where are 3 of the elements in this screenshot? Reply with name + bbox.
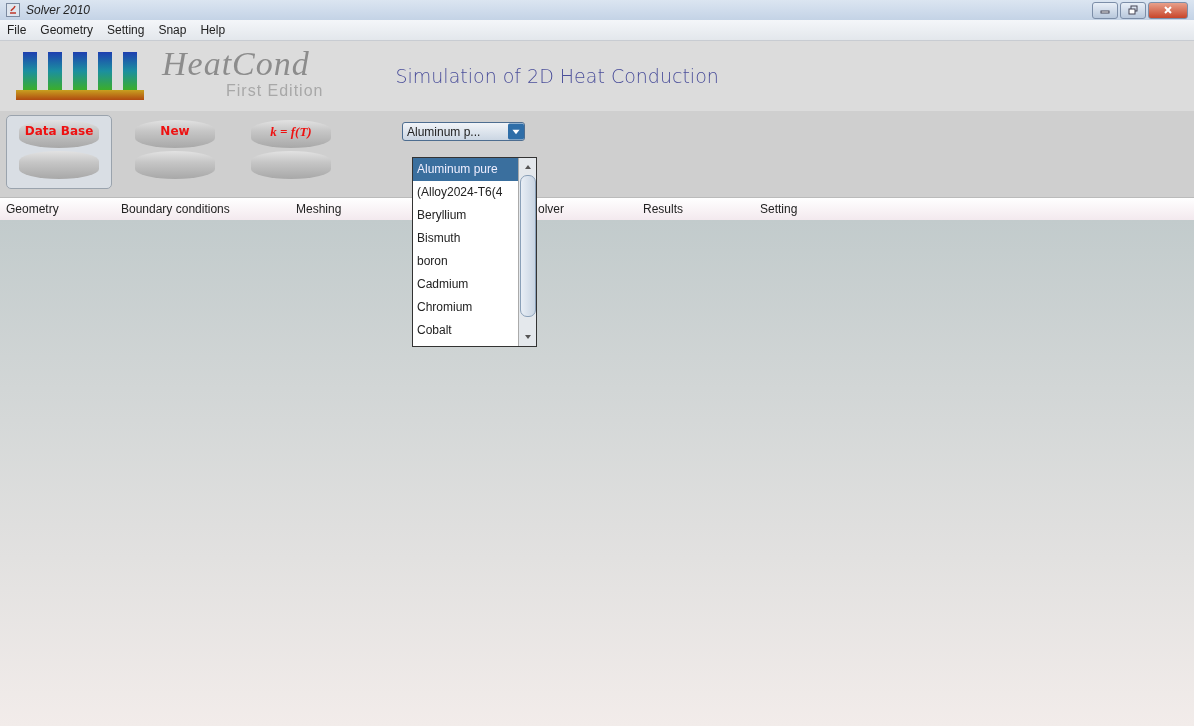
- window-title: Solver 2010: [26, 3, 91, 17]
- subtitle: Simulation of 2D Heat Conduction: [395, 65, 719, 87]
- logo-text: HeatCond: [162, 46, 310, 82]
